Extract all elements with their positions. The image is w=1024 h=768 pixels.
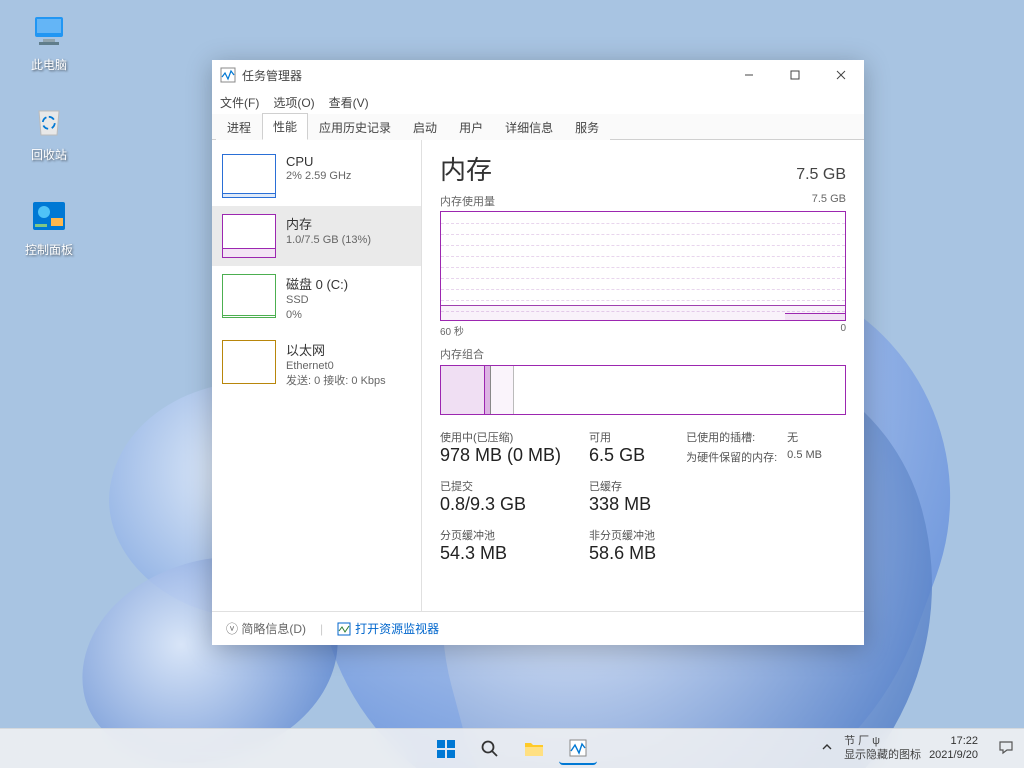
start-button[interactable] — [427, 733, 465, 765]
control-panel-icon — [28, 195, 70, 237]
sidebar-item-cpu[interactable]: CPU 2% 2.59 GHz — [212, 146, 421, 206]
window-footer: ⓥ 简略信息(D) | 打开资源监视器 — [212, 611, 864, 645]
task-manager-window: 任务管理器 文件(F) 选项(O) 查看(V) 进程 性能 应用历史记录 启动 … — [212, 60, 864, 645]
stat-inuse-value: 978 MB (0 MB) — [440, 445, 561, 466]
sidebar-disk-detail1: SSD — [286, 293, 348, 308]
stat-paged-value: 54.3 MB — [440, 543, 561, 564]
desktop-icon-recycle-bin[interactable]: 回收站 — [14, 100, 84, 163]
tab-services[interactable]: 服务 — [564, 114, 610, 140]
slots-value: 无 — [787, 429, 822, 445]
tab-app-history[interactable]: 应用历史记录 — [308, 114, 402, 140]
taskbar: 节 厂 ψ 显示隐藏的图标 17:22 2021/9/20 — [0, 728, 1024, 768]
folder-icon — [523, 738, 545, 760]
taskmgr-icon — [220, 67, 236, 83]
memory-capacity: 7.5 GB — [796, 166, 846, 184]
maximize-button[interactable] — [772, 60, 818, 90]
stat-paged-label: 分页缓冲池 — [440, 527, 561, 543]
tab-startup[interactable]: 启动 — [402, 114, 448, 140]
tray-notification-text[interactable]: 节 厂 ψ 显示隐藏的图标 — [844, 735, 921, 761]
stat-nonpaged-value: 58.6 MB — [589, 543, 656, 564]
tab-details[interactable]: 详细信息 — [494, 114, 564, 140]
stat-committed-value: 0.8/9.3 GB — [440, 494, 561, 515]
stat-nonpaged-label: 非分页缓冲池 — [589, 527, 656, 543]
slots-label: 已使用的插槽: — [686, 429, 777, 445]
usage-max: 7.5 GB — [812, 193, 846, 209]
titlebar[interactable]: 任务管理器 — [212, 60, 864, 90]
search-button[interactable] — [471, 733, 509, 765]
monitor-icon — [28, 10, 70, 52]
tab-processes[interactable]: 进程 — [216, 114, 262, 140]
fewer-details-toggle[interactable]: ⓥ 简略信息(D) — [226, 620, 306, 637]
sidebar-disk-title: 磁盘 0 (C:) — [286, 274, 348, 293]
stat-committed-label: 已提交 — [440, 478, 561, 494]
sidebar-item-network[interactable]: 以太网 Ethernet0 发送: 0 接收: 0 Kbps — [212, 332, 421, 398]
reserved-value: 0.5 MB — [787, 449, 822, 465]
memory-mini-graph — [222, 214, 276, 258]
stat-cached-label: 已缓存 — [589, 478, 656, 494]
menu-view[interactable]: 查看(V) — [329, 94, 369, 111]
comp-seg-in-use — [441, 366, 485, 414]
disk-mini-graph — [222, 274, 276, 318]
comp-seg-standby — [491, 366, 513, 414]
menu-file[interactable]: 文件(F) — [220, 94, 259, 111]
taskbar-clock[interactable]: 17:22 2021/9/20 — [929, 735, 984, 761]
file-explorer-button[interactable] — [515, 733, 553, 765]
taskmgr-icon — [568, 738, 588, 758]
open-resource-monitor-link[interactable]: 打开资源监视器 — [337, 620, 439, 637]
sidebar-cpu-detail: 2% 2.59 GHz — [286, 169, 351, 184]
sidebar-net-title: 以太网 — [286, 340, 386, 359]
search-icon — [480, 739, 500, 759]
menu-options[interactable]: 选项(O) — [273, 94, 314, 111]
usage-label: 内存使用量 — [440, 193, 495, 209]
stat-cached-value: 338 MB — [589, 494, 656, 515]
sidebar-net-detail1: Ethernet0 — [286, 359, 386, 374]
axis-left: 60 秒 — [440, 323, 464, 338]
axis-right: 0 — [840, 323, 846, 338]
tray-overflow-chevron-icon[interactable] — [818, 738, 836, 759]
page-title: 内存 — [440, 150, 492, 187]
sidebar-mem-detail: 1.0/7.5 GB (13%) — [286, 233, 371, 248]
close-button[interactable] — [818, 60, 864, 90]
tab-performance[interactable]: 性能 — [262, 113, 308, 140]
menubar: 文件(F) 选项(O) 查看(V) — [212, 90, 864, 114]
desktop-icon-this-pc[interactable]: 此电脑 — [14, 10, 84, 73]
memory-composition-bar[interactable] — [440, 365, 846, 415]
composition-label: 内存组合 — [440, 346, 846, 362]
sidebar-mem-title: 内存 — [286, 214, 371, 233]
stat-avail-label: 可用 — [589, 429, 656, 445]
recycle-bin-icon — [28, 100, 70, 142]
tab-bar: 进程 性能 应用历史记录 启动 用户 详细信息 服务 — [212, 114, 864, 140]
desktop-icon-label: 回收站 — [31, 146, 67, 163]
sidebar-item-disk[interactable]: 磁盘 0 (C:) SSD 0% — [212, 266, 421, 332]
tab-users[interactable]: 用户 — [448, 114, 494, 140]
performance-sidebar: CPU 2% 2.59 GHz 内存 1.0/7.5 GB (13%) 磁盘 0… — [212, 140, 422, 611]
desktop-icon-control-panel[interactable]: 控制面板 — [14, 195, 84, 258]
stat-inuse-label: 使用中(已压缩) — [440, 429, 561, 445]
sidebar-disk-detail2: 0% — [286, 308, 348, 323]
desktop-icon-label: 控制面板 — [25, 241, 73, 258]
window-title: 任务管理器 — [242, 67, 726, 84]
sidebar-net-detail2: 发送: 0 接收: 0 Kbps — [286, 374, 386, 389]
cpu-mini-graph — [222, 154, 276, 198]
memory-usage-graph[interactable] — [440, 211, 846, 321]
reserved-label: 为硬件保留的内存: — [686, 449, 777, 465]
resmon-icon — [337, 622, 351, 636]
network-mini-graph — [222, 340, 276, 384]
sidebar-cpu-title: CPU — [286, 154, 351, 169]
minimize-button[interactable] — [726, 60, 772, 90]
task-manager-taskbar-button[interactable] — [559, 733, 597, 765]
desktop-icon-label: 此电脑 — [31, 56, 67, 73]
performance-main: 内存 7.5 GB 内存使用量 7.5 GB 60 秒 0 内存组合 — [422, 140, 864, 611]
stat-avail-value: 6.5 GB — [589, 445, 656, 466]
sidebar-item-memory[interactable]: 内存 1.0/7.5 GB (13%) — [212, 206, 421, 266]
notifications-icon[interactable] — [992, 735, 1020, 762]
